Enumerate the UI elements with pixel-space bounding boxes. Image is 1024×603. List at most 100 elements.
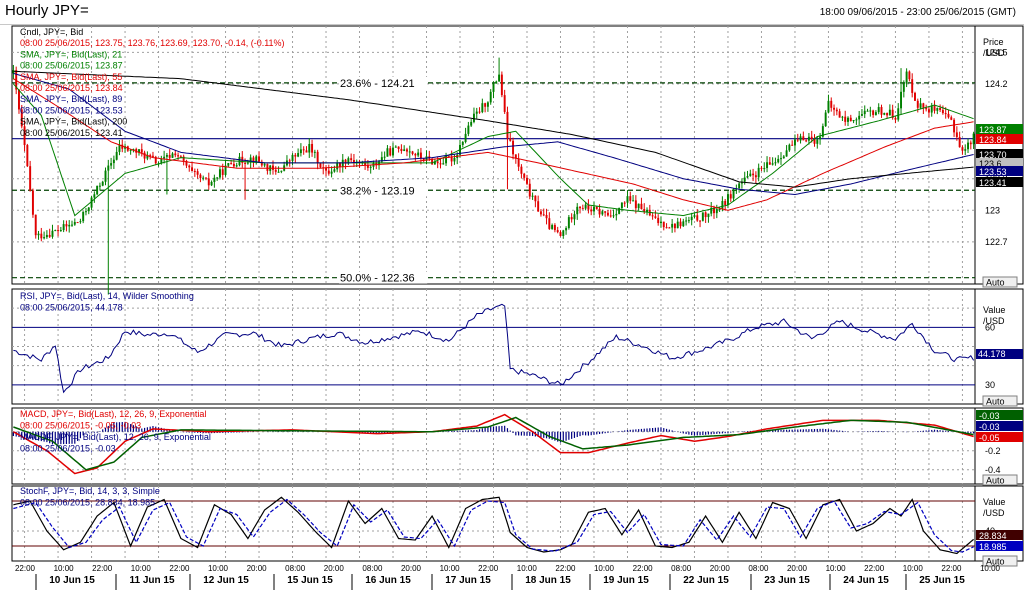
- candle-body: [213, 177, 216, 182]
- candle-body: [221, 169, 224, 175]
- candle-body: [442, 163, 445, 165]
- price-axis-unit: /USD: [983, 48, 1005, 58]
- candle-body: [386, 148, 389, 157]
- candle-body: [129, 149, 132, 151]
- candle-body: [556, 230, 559, 233]
- candle-body: [612, 215, 615, 217]
- candle-body: [397, 146, 400, 149]
- candle-body: [417, 152, 420, 156]
- candle-body: [258, 156, 261, 162]
- candle-body: [567, 217, 570, 229]
- candle-body: [101, 181, 104, 186]
- x-day-label: 11 Jun 15: [129, 575, 174, 586]
- candle-body: [205, 177, 207, 179]
- candle-body: [919, 103, 922, 108]
- x-day-label: 12 Jun 15: [203, 575, 249, 586]
- candle-body: [914, 92, 916, 101]
- candle-body: [383, 156, 386, 158]
- candle-body: [651, 215, 654, 217]
- candle-body: [450, 156, 453, 162]
- candle-body: [972, 133, 975, 145]
- candle-body: [272, 165, 274, 170]
- candle-body: [847, 117, 849, 122]
- x-hour-label: 20:00: [710, 564, 731, 573]
- candle-body: [754, 175, 757, 178]
- candle-body: [593, 206, 595, 212]
- candle-body: [827, 100, 830, 113]
- candle-body: [838, 111, 841, 118]
- candle-body: [626, 196, 629, 203]
- candle-body: [816, 139, 819, 144]
- candle-body: [216, 177, 219, 179]
- candle-body: [551, 225, 554, 229]
- candle-body: [922, 103, 925, 108]
- price-legend-line: SMA, JPY=, Bid(Last), 200: [20, 117, 127, 127]
- x-hour-label: 10:00: [594, 564, 615, 573]
- price-legend-line: 08:00 25/06/2015, 123.84: [20, 83, 123, 93]
- candle-body: [704, 212, 707, 218]
- candle-body: [665, 227, 668, 229]
- candle-body: [313, 151, 316, 153]
- candle-body: [743, 177, 746, 182]
- candle-body: [389, 148, 392, 156]
- candle-body: [227, 163, 230, 166]
- candle-body: [528, 183, 531, 197]
- candle-body: [165, 154, 168, 157]
- candle-body: [484, 103, 487, 107]
- auto-scale-button-label: Auto: [986, 476, 1005, 486]
- candle-body: [403, 149, 406, 152]
- candle-body: [107, 165, 110, 171]
- candle-body: [673, 223, 676, 229]
- candle-body: [894, 117, 897, 120]
- candle-body: [506, 111, 509, 139]
- candle-body: [232, 163, 235, 167]
- stoch-axis-title: Value: [983, 497, 1005, 507]
- candle-body: [746, 176, 749, 178]
- candle-body: [953, 119, 956, 133]
- price-legend-line: SMA, JPY=, Bid(Last), 55: [20, 72, 122, 82]
- chart-area: 124.5124.2123.3123122.723.6% - 124.2138.…: [11, 25, 1024, 590]
- candle-body: [841, 116, 844, 118]
- rsi-axis-title: Value: [983, 305, 1005, 315]
- price-tick-label: 123: [985, 205, 1000, 215]
- candle-body: [780, 158, 782, 160]
- candle-body: [799, 136, 802, 141]
- x-day-label: 18 Jun 15: [525, 575, 571, 586]
- candle-body: [509, 138, 512, 141]
- stoch-value-tag-label: 18.985: [979, 542, 1007, 552]
- candle-body: [905, 71, 908, 84]
- candle-body: [902, 83, 905, 92]
- candle-body: [45, 234, 48, 238]
- x-hour-label: 22:00: [555, 564, 576, 573]
- macd-tick-label: -0.4: [985, 465, 1001, 475]
- candle-body: [590, 209, 593, 212]
- candle-body: [835, 109, 838, 112]
- x-hour-label: 20:00: [787, 564, 808, 573]
- candle-body: [168, 154, 171, 158]
- price-value-tag-label: 123.53: [979, 167, 1007, 177]
- candle-body: [595, 206, 598, 209]
- x-hour-label: 08:00: [748, 564, 769, 573]
- candle-body: [933, 105, 936, 111]
- candle-body: [26, 145, 29, 167]
- candle-body: [869, 110, 872, 112]
- candle-body: [559, 232, 562, 236]
- candle-body: [760, 167, 763, 169]
- candle-body: [849, 117, 852, 122]
- candle-body: [958, 137, 961, 148]
- candle-body: [196, 171, 199, 175]
- candle-body: [662, 221, 665, 228]
- candle-body: [726, 194, 729, 206]
- candle-body: [671, 223, 674, 228]
- x-hour-label: 10:00: [903, 564, 924, 573]
- x-hour-label: 10:00: [980, 564, 1001, 573]
- candle-body: [291, 154, 294, 161]
- candle-body: [512, 140, 515, 155]
- candle-body: [581, 208, 584, 210]
- x-hour-label: 10:00: [517, 564, 538, 573]
- candle-body: [888, 109, 891, 116]
- candle-body: [48, 234, 51, 237]
- candle-body: [782, 156, 785, 159]
- candle-body: [793, 139, 796, 146]
- candle-body: [244, 162, 247, 164]
